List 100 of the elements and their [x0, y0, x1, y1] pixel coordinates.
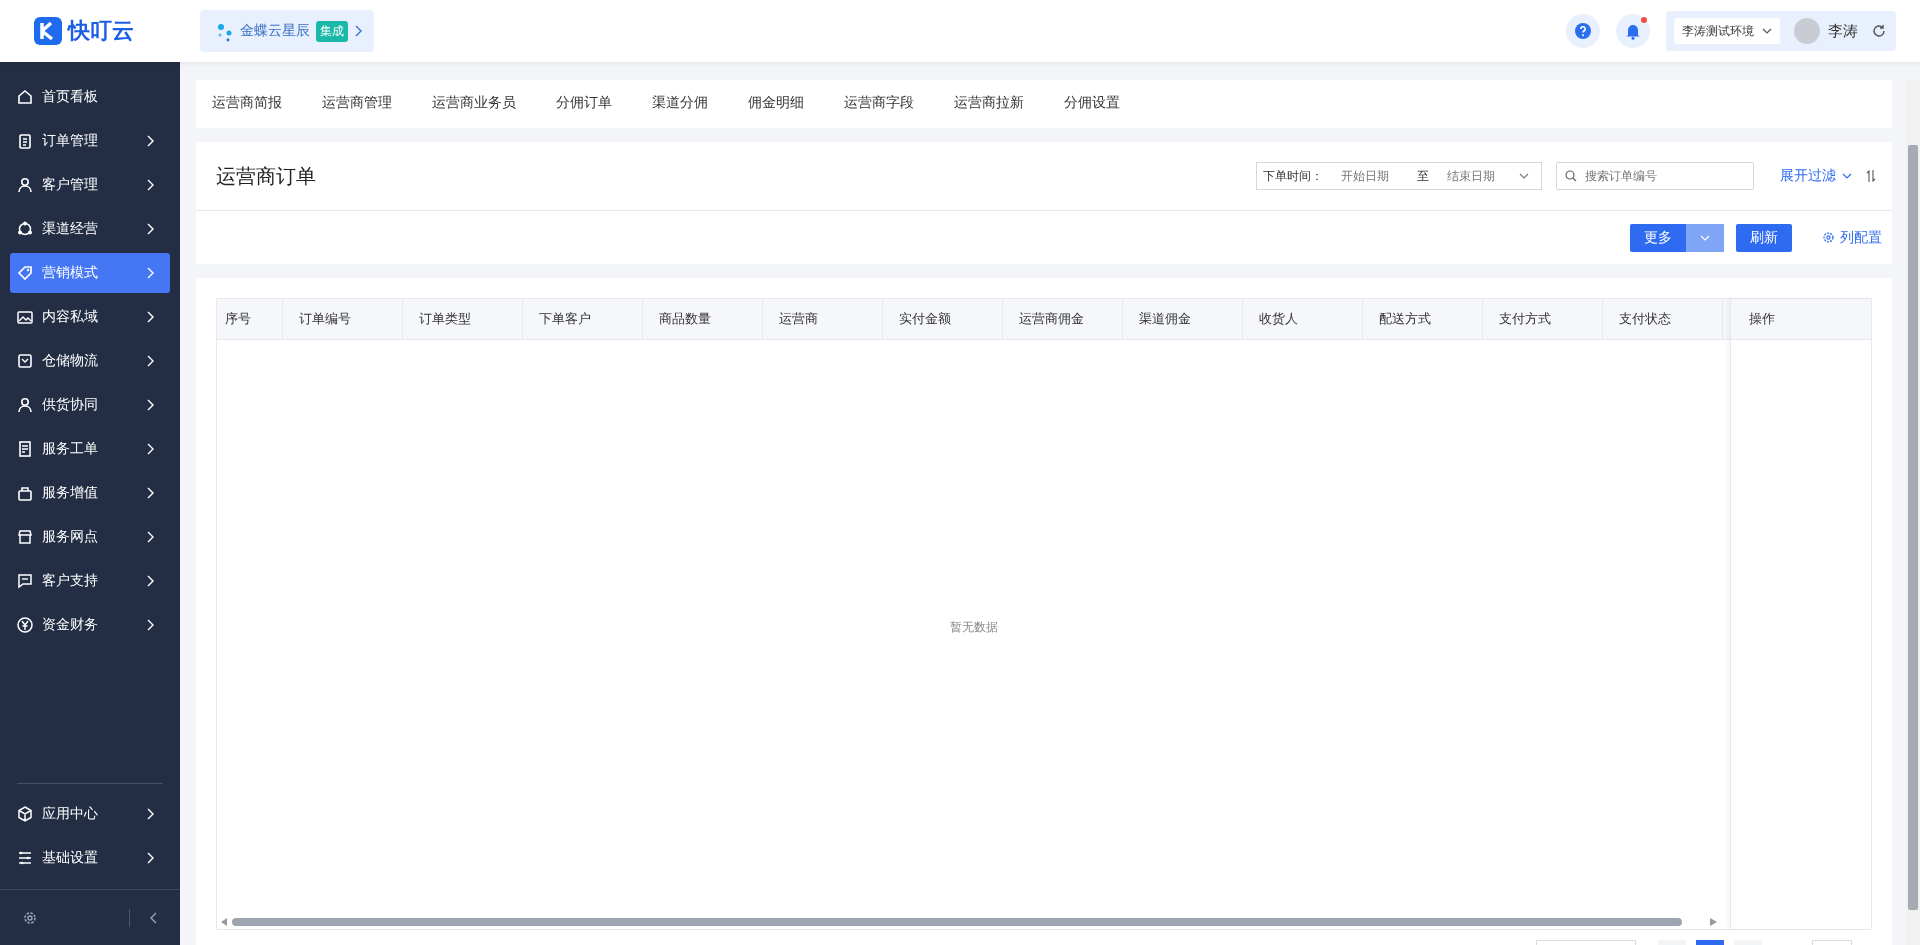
chevron-right-icon — [146, 267, 154, 279]
search-icon — [1565, 170, 1577, 182]
sidebar-item[interactable]: 服务网点 — [10, 517, 170, 557]
sidebar-item[interactable]: 应用中心 — [10, 794, 170, 834]
shop-icon — [16, 528, 34, 546]
tab[interactable]: 运营商简报 — [212, 80, 282, 128]
tab[interactable]: 佣金明细 — [748, 80, 804, 128]
chevron-right-icon — [146, 619, 154, 631]
chevron-right-icon — [146, 808, 154, 820]
sidebar-item[interactable]: 营销模式 — [10, 253, 170, 293]
sort-icon[interactable] — [1866, 169, 1876, 183]
environment-select[interactable]: 李涛测试环境 — [1674, 18, 1780, 44]
sidebar-item[interactable]: 订单管理 — [10, 121, 170, 161]
column-header: 订单类型 — [403, 299, 523, 339]
chevron-down-icon — [1842, 173, 1852, 179]
more-dropdown-button[interactable] — [1686, 223, 1724, 252]
logo-text: 快叮云 — [68, 17, 134, 45]
panel-title: 运营商订单 — [216, 163, 316, 189]
tab[interactable]: 运营商管理 — [322, 80, 392, 128]
refresh-button[interactable]: 刷新 — [1736, 223, 1792, 252]
image-icon — [16, 308, 34, 326]
chevron-right-icon — [146, 852, 154, 864]
help-icon[interactable] — [1574, 22, 1592, 40]
chevron-right-icon — [146, 531, 154, 543]
sidebar-item[interactable]: 服务工单 — [10, 429, 170, 469]
sidebar-item[interactable]: 客户支持 — [10, 561, 170, 601]
list-icon — [16, 849, 34, 867]
chevron-right-icon — [354, 25, 362, 37]
tab[interactable]: 运营商业务员 — [432, 80, 516, 128]
search-field[interactable]: 搜索订单编号 — [1556, 162, 1754, 190]
sidebar-item[interactable]: 基础设置 — [10, 838, 170, 878]
sidebar-item[interactable]: 客户管理 — [10, 165, 170, 205]
column-header: 配送方式 — [1363, 299, 1483, 339]
settings-icon — [1822, 231, 1835, 244]
chevron-right-icon — [146, 443, 154, 455]
sidebar-item[interactable]: 供货协同 — [10, 385, 170, 425]
chevron-right-icon — [146, 311, 154, 323]
chevron-right-icon — [146, 487, 154, 499]
tab[interactable]: 运营商字段 — [844, 80, 914, 128]
column-header: 实付金额 — [883, 299, 1003, 339]
bell-icon[interactable] — [1625, 22, 1641, 40]
column-header: 序号 — [217, 299, 283, 339]
column-header: 订单编号 — [283, 299, 403, 339]
nodes-icon — [16, 220, 34, 238]
chevron-right-icon — [146, 575, 154, 587]
avatar-icon — [1794, 18, 1820, 44]
column-header: 运营商佣金 — [1003, 299, 1123, 339]
cube-icon — [16, 805, 34, 823]
chevron-down-icon — [1700, 234, 1710, 241]
tab[interactable]: 分佣订单 — [556, 80, 612, 128]
range-separator: 至 — [1417, 167, 1429, 185]
user-name: 李涛 — [1828, 21, 1858, 41]
sidebar-item[interactable]: 仓储物流 — [10, 341, 170, 381]
chevron-down-icon — [1762, 28, 1772, 34]
bag-icon — [16, 484, 34, 502]
yen-icon — [16, 616, 34, 634]
box-icon — [16, 352, 34, 370]
vertical-scrollbar[interactable] — [1908, 145, 1918, 910]
settings-icon[interactable] — [22, 909, 38, 926]
horizontal-scrollbar[interactable] — [232, 918, 1682, 926]
column-header: 支付方式 — [1483, 299, 1603, 339]
chevron-right-icon — [146, 355, 154, 367]
column-header: 支付状态 — [1603, 299, 1723, 339]
sidebar-item[interactable]: 渠道经营 — [10, 209, 170, 249]
tab[interactable]: 分佣设置 — [1064, 80, 1120, 128]
column-header: 商品数量 — [643, 299, 763, 339]
organization-switcher[interactable]: 金蝶云星辰 集成 — [200, 10, 374, 52]
date-filter-label: 下单时间： — [1262, 167, 1324, 185]
column-header: 操作 — [1731, 299, 1871, 340]
house-icon — [16, 88, 34, 106]
logo-icon — [34, 17, 62, 45]
refresh-icon[interactable] — [1872, 24, 1886, 38]
column-header: 下单客户 — [523, 299, 643, 339]
sidebar-item[interactable]: 资金财务 — [10, 605, 170, 645]
sidebar-item[interactable]: 首页看板 — [10, 77, 170, 117]
chevron-right-icon — [146, 399, 154, 411]
scroll-right-icon[interactable] — [1710, 918, 1717, 926]
chevron-down-icon — [1519, 173, 1529, 179]
column-header: 运营商 — [763, 299, 883, 339]
document-icon — [16, 440, 34, 458]
chat-icon — [16, 572, 34, 590]
chevron-right-icon — [146, 223, 154, 235]
tag-icon — [16, 264, 34, 282]
collapse-icon[interactable] — [150, 911, 158, 924]
empty-message: 暂无数据 — [950, 619, 998, 636]
sidebar-item[interactable]: 服务增值 — [10, 473, 170, 513]
tab[interactable]: 渠道分佣 — [652, 80, 708, 128]
expand-filter-button[interactable]: 展开过滤 — [1780, 167, 1852, 185]
column-header: 渠道佣金 — [1123, 299, 1243, 339]
chevron-right-icon — [146, 179, 154, 191]
tab[interactable]: 运营商拉新 — [954, 80, 1024, 128]
person-icon — [16, 396, 34, 414]
scroll-left-icon[interactable] — [221, 918, 228, 926]
column-settings-button[interactable]: 列配置 — [1822, 228, 1882, 247]
clipboard-icon — [16, 132, 34, 150]
column-header: 收货人 — [1243, 299, 1363, 339]
chevron-right-icon — [146, 135, 154, 147]
integration-badge: 集成 — [316, 20, 348, 42]
sidebar-item[interactable]: 内容私域 — [10, 297, 170, 337]
person-icon — [16, 176, 34, 194]
